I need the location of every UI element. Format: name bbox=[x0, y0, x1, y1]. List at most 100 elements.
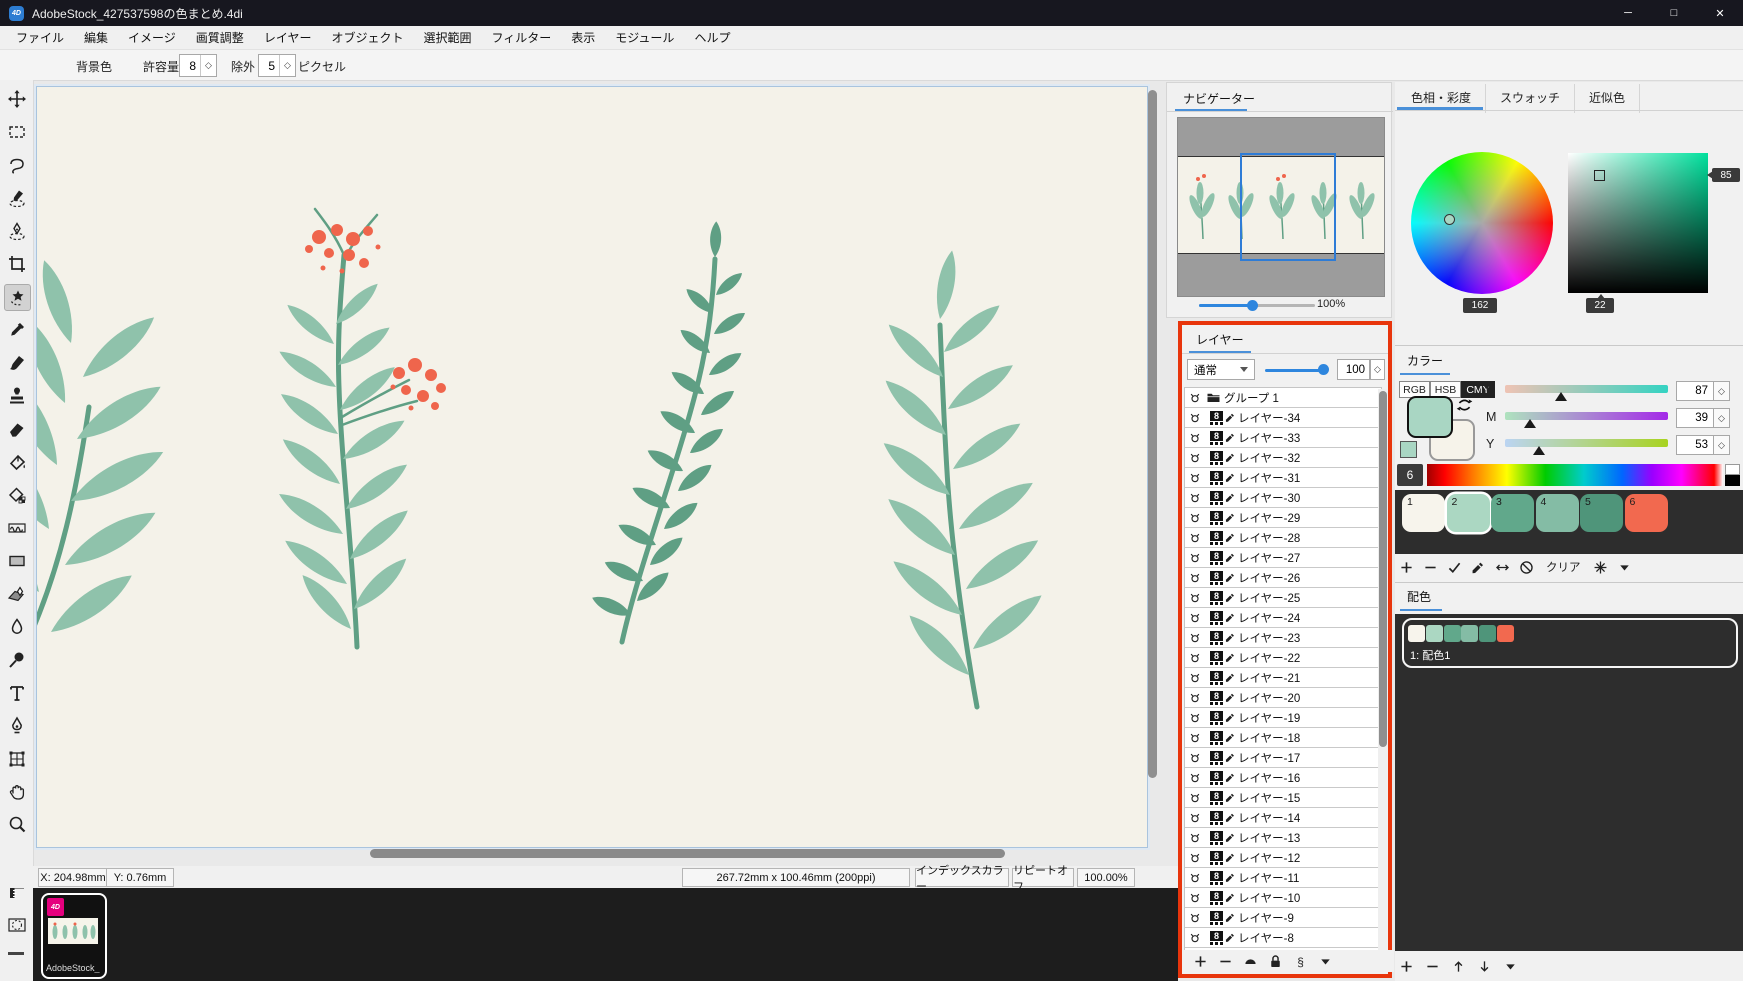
layer-row[interactable]: 8レイヤー-21 bbox=[1185, 668, 1381, 688]
maximize-button[interactable]: □ bbox=[1651, 0, 1697, 26]
remove-palette-button[interactable] bbox=[1424, 958, 1441, 975]
visibility-eye-icon[interactable] bbox=[1188, 591, 1204, 605]
visibility-eye-icon[interactable] bbox=[1188, 391, 1204, 405]
visibility-eye-icon[interactable] bbox=[1188, 511, 1204, 525]
visibility-eye-icon[interactable] bbox=[1188, 551, 1204, 565]
minimize-button[interactable]: ─ bbox=[1605, 0, 1651, 26]
saturation-brightness-marker[interactable] bbox=[1594, 170, 1605, 181]
lock-layer-button[interactable] bbox=[1267, 953, 1284, 970]
layer-row[interactable]: 8レイヤー-14 bbox=[1185, 808, 1381, 828]
layer-row[interactable]: 8レイヤー-33 bbox=[1185, 428, 1381, 448]
tool-crop[interactable] bbox=[4, 251, 29, 276]
index-swatch-4[interactable]: 4 bbox=[1536, 494, 1579, 532]
menu-item-ヘルプ[interactable]: ヘルプ bbox=[684, 26, 740, 49]
layer-opacity-slider-thumb[interactable] bbox=[1318, 364, 1329, 375]
edit-swatch-button[interactable] bbox=[1470, 559, 1487, 576]
visibility-eye-icon[interactable] bbox=[1188, 491, 1204, 505]
layer-row[interactable]: 8レイヤー-20 bbox=[1185, 688, 1381, 708]
delete-layer-button[interactable] bbox=[1217, 953, 1234, 970]
channel-slider-thumb[interactable] bbox=[1555, 392, 1567, 401]
navigator-zoom-slider-thumb[interactable] bbox=[1247, 300, 1258, 311]
visibility-eye-icon[interactable] bbox=[1188, 931, 1204, 945]
channel-spinner[interactable]: ◇ bbox=[1714, 435, 1730, 455]
swatch-menu-button[interactable] bbox=[1616, 559, 1633, 576]
channel-slider-thumb[interactable] bbox=[1533, 446, 1545, 455]
disable-swatch-button[interactable] bbox=[1518, 559, 1535, 576]
layer-row[interactable]: 8レイヤー-34 bbox=[1185, 408, 1381, 428]
visibility-eye-icon[interactable] bbox=[1188, 571, 1204, 585]
layer-row[interactable]: 8レイヤー-28 bbox=[1185, 528, 1381, 548]
tool-eraser[interactable] bbox=[4, 416, 29, 441]
channel-spinner[interactable]: ◇ bbox=[1714, 381, 1730, 401]
tool-blur[interactable] bbox=[4, 614, 29, 639]
layer-row[interactable]: 8レイヤー-10 bbox=[1185, 888, 1381, 908]
layer-opacity-spinner[interactable]: ◇ bbox=[1370, 359, 1385, 380]
layer-row[interactable]: 8レイヤー-12 bbox=[1185, 848, 1381, 868]
layer-opacity-value[interactable]: 100 bbox=[1337, 359, 1370, 380]
tolerance-input[interactable]: 8◇ bbox=[179, 54, 217, 77]
visibility-eye-icon[interactable] bbox=[1188, 711, 1204, 725]
remove-swatch-button[interactable] bbox=[1422, 559, 1439, 576]
move-palette-down-button[interactable] bbox=[1476, 958, 1493, 975]
color-wheel[interactable] bbox=[1411, 152, 1553, 294]
channel-slider-thumb[interactable] bbox=[1524, 419, 1536, 428]
menu-item-選択範囲[interactable]: 選択範囲 bbox=[413, 26, 481, 49]
menu-item-編集[interactable]: 編集 bbox=[74, 26, 118, 49]
zoom-readout[interactable]: 100.00% bbox=[1077, 868, 1135, 887]
visibility-eye-icon[interactable] bbox=[1188, 831, 1204, 845]
navigator-preview[interactable] bbox=[1177, 117, 1385, 297]
palette-panel-tab[interactable]: 配色 bbox=[1407, 588, 1431, 605]
tool-vecfill[interactable] bbox=[4, 581, 29, 606]
layer-row[interactable]: 8レイヤー-18 bbox=[1185, 728, 1381, 748]
visibility-eye-icon[interactable] bbox=[1188, 451, 1204, 465]
clear-swatches-button[interactable]: クリア bbox=[1542, 559, 1585, 575]
tool-pensel[interactable] bbox=[4, 218, 29, 243]
link-layer-button[interactable]: § bbox=[1292, 953, 1309, 970]
document-canvas[interactable] bbox=[36, 86, 1148, 848]
tool-move[interactable] bbox=[4, 86, 29, 111]
layer-row[interactable]: 8レイヤー-23 bbox=[1185, 628, 1381, 648]
visibility-eye-icon[interactable] bbox=[1188, 851, 1204, 865]
swap-swatch-button[interactable] bbox=[1494, 559, 1511, 576]
layer-row[interactable]: 8レイヤー-13 bbox=[1185, 828, 1381, 848]
layer-row[interactable]: 8レイヤー-8 bbox=[1185, 928, 1381, 948]
menu-item-表示[interactable]: 表示 bbox=[561, 26, 605, 49]
canvas-horizontal-scrollbar[interactable] bbox=[38, 849, 1146, 859]
layer-row[interactable]: 8レイヤー-16 bbox=[1185, 768, 1381, 788]
menu-item-イメージ[interactable]: イメージ bbox=[118, 26, 186, 49]
visibility-eye-icon[interactable] bbox=[1188, 911, 1204, 925]
layer-row[interactable]: 8レイヤー-24 bbox=[1185, 608, 1381, 628]
add-layer-button[interactable] bbox=[1192, 953, 1209, 970]
color-mode-readout[interactable]: インデックスカラー bbox=[915, 868, 1009, 887]
tool-brushsel[interactable] bbox=[4, 185, 29, 210]
move-palette-up-button[interactable] bbox=[1450, 958, 1467, 975]
visibility-eye-icon[interactable] bbox=[1188, 691, 1204, 705]
menu-item-ファイル[interactable]: ファイル bbox=[6, 26, 74, 49]
canvas-vertical-scrollbar[interactable] bbox=[1148, 88, 1158, 846]
tool-smudge[interactable] bbox=[4, 647, 29, 672]
dither-button[interactable] bbox=[1592, 559, 1609, 576]
visibility-eye-icon[interactable] bbox=[1188, 751, 1204, 765]
visibility-eye-icon[interactable] bbox=[1188, 811, 1204, 825]
layer-row[interactable]: 8レイヤー-9 bbox=[1185, 908, 1381, 928]
tool-selcircle[interactable] bbox=[4, 912, 29, 937]
visibility-eye-icon[interactable] bbox=[1188, 891, 1204, 905]
visibility-eye-icon[interactable] bbox=[1188, 731, 1204, 745]
layer-list-scrollbar[interactable] bbox=[1378, 389, 1387, 951]
visibility-eye-icon[interactable] bbox=[1188, 531, 1204, 545]
layer-opacity-slider[interactable] bbox=[1265, 369, 1323, 372]
tool-lasso[interactable] bbox=[4, 152, 29, 177]
index-swatch-5[interactable]: 5 bbox=[1580, 494, 1623, 532]
menu-item-レイヤー[interactable]: レイヤー bbox=[254, 26, 322, 49]
tolerance-spinner[interactable]: ◇ bbox=[200, 55, 216, 76]
visibility-eye-icon[interactable] bbox=[1188, 411, 1204, 425]
visibility-eye-icon[interactable] bbox=[1188, 791, 1204, 805]
channel-value[interactable]: 53 bbox=[1676, 435, 1714, 455]
visibility-eye-icon[interactable] bbox=[1188, 671, 1204, 685]
index-swatch-3[interactable]: 3 bbox=[1491, 494, 1534, 532]
visibility-eye-icon[interactable] bbox=[1188, 471, 1204, 485]
palette-collapse-handle[interactable] bbox=[8, 952, 24, 955]
channel-spinner[interactable]: ◇ bbox=[1714, 408, 1730, 428]
hue-spectrum-bar[interactable] bbox=[1427, 464, 1723, 486]
tab-swatches[interactable]: スウォッチ bbox=[1486, 84, 1575, 113]
